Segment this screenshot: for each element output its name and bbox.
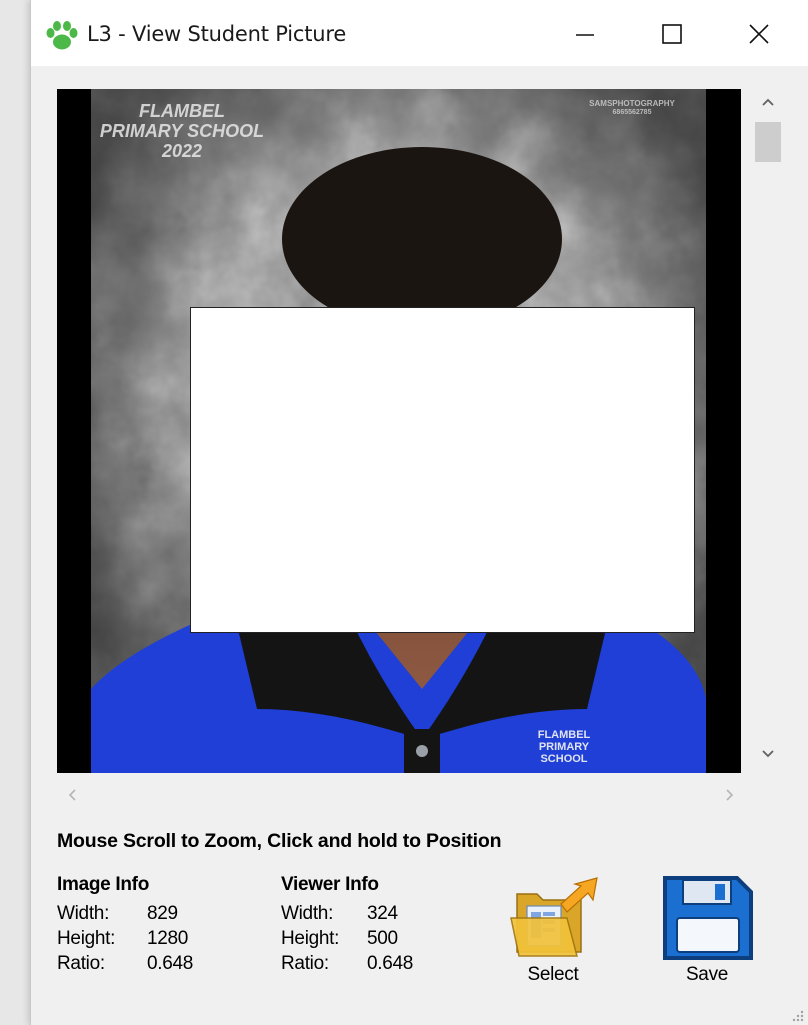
- horizontal-scrollbar[interactable]: [57, 780, 741, 810]
- paw-icon: [45, 20, 79, 52]
- scroll-up-icon[interactable]: [761, 97, 775, 107]
- viewer-ratio-label: Ratio:: [281, 953, 329, 974]
- shirt-logo: FLAMBEL PRIMARY SCHOOL: [519, 729, 609, 765]
- floppy-disk-icon: [663, 876, 753, 960]
- vertical-scroll-thumb[interactable]: [755, 122, 781, 162]
- close-button[interactable]: [734, 12, 784, 56]
- image-height-value: 1280: [147, 928, 189, 949]
- viewer-width-row: Width: 324: [281, 903, 451, 927]
- save-button[interactable]: Save: [659, 872, 755, 994]
- select-button[interactable]: Select: [503, 874, 603, 994]
- image-height-row: Height: 1280: [57, 928, 227, 952]
- close-icon: [749, 24, 769, 44]
- picture-viewer[interactable]: FLAMBEL PRIMARY SCHOOL 2022 SAMSPHOTOGRA…: [57, 89, 741, 773]
- redaction-box: [190, 307, 695, 633]
- shirt-logo-line1: FLAMBEL: [537, 729, 591, 741]
- watermark-photographer-name: SAMSPHOTOGRAPHY: [589, 99, 675, 108]
- maximize-icon: [662, 24, 682, 44]
- viewer-width-label: Width:: [281, 903, 334, 924]
- scroll-down-icon[interactable]: [761, 749, 775, 759]
- image-width-label: Width:: [57, 903, 110, 924]
- viewer-info-heading: Viewer Info: [281, 874, 379, 895]
- window-title: L3 - View Student Picture: [87, 22, 347, 46]
- instruction-text: Mouse Scroll to Zoom, Click and hold to …: [57, 830, 502, 852]
- image-width-value: 829: [147, 903, 178, 924]
- watermark-photographer: SAMSPHOTOGRAPHY 6865562785: [562, 99, 702, 117]
- select-button-label: Select: [527, 964, 579, 985]
- vertical-scrollbar[interactable]: [751, 89, 785, 773]
- viewer-height-label: Height:: [281, 928, 340, 949]
- watermark-school: FLAMBEL PRIMARY SCHOOL 2022: [99, 101, 265, 161]
- image-width-row: Width: 829: [57, 903, 227, 927]
- scroll-left-icon[interactable]: [67, 788, 77, 802]
- minimize-button[interactable]: [559, 12, 609, 56]
- viewer-height-row: Height: 500: [281, 928, 451, 952]
- shirt-logo-line2: PRIMARY SCHOOL: [538, 741, 590, 765]
- viewer-height-value: 500: [367, 928, 398, 949]
- image-ratio-label: Ratio:: [57, 953, 105, 974]
- image-info-heading: Image Info: [57, 874, 150, 895]
- viewer-width-value: 324: [367, 903, 398, 924]
- image-ratio-value: 0.648: [147, 953, 194, 974]
- image-height-label: Height:: [57, 928, 116, 949]
- student-picture-window: L3 - View Student Picture FLAMBEL PRIMAR…: [30, 0, 808, 1025]
- image-ratio-row: Ratio: 0.648: [57, 953, 227, 977]
- save-button-label: Save: [685, 964, 729, 985]
- open-folder-icon: [510, 877, 598, 957]
- minimize-icon: [576, 34, 594, 36]
- viewer-ratio-row: Ratio: 0.648: [281, 953, 451, 977]
- maximize-button[interactable]: [646, 12, 696, 56]
- title-bar[interactable]: L3 - View Student Picture: [31, 0, 808, 66]
- resize-grip-icon[interactable]: [789, 1008, 805, 1022]
- viewer-ratio-value: 0.648: [367, 953, 414, 974]
- watermark-photographer-phone: 6865562785: [612, 109, 652, 116]
- scroll-right-icon[interactable]: [725, 788, 735, 802]
